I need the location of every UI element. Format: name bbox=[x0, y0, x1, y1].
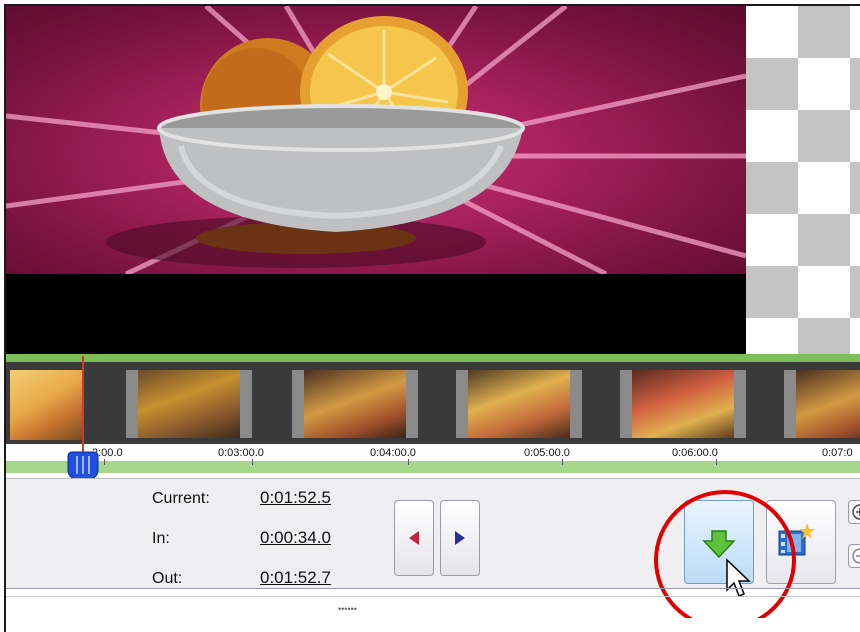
ruler-tick bbox=[716, 459, 717, 465]
editor-window: 2:00.0 0:03:00.0 0:04:00.0 0:05:00.0 0:0… bbox=[4, 4, 860, 632]
timeline-thumbnail[interactable] bbox=[620, 370, 746, 438]
zoom-out-icon bbox=[852, 548, 860, 564]
video-preview bbox=[6, 6, 860, 354]
in-label: In: bbox=[152, 530, 170, 547]
ruler-label: 0:04:00.0 bbox=[370, 447, 416, 459]
ruler-tick bbox=[408, 459, 409, 465]
timeline-track-bar[interactable] bbox=[6, 354, 860, 362]
mark-in-button[interactable] bbox=[394, 500, 434, 576]
preview-image bbox=[6, 6, 746, 274]
current-time-value[interactable]: 0:01:52.5 bbox=[260, 488, 331, 508]
timeline-filmstrip[interactable] bbox=[6, 362, 860, 444]
playhead-line bbox=[82, 356, 84, 456]
preview-frame bbox=[6, 6, 746, 274]
ruler-tick bbox=[562, 459, 563, 465]
ruler-label: 0:05:00.0 bbox=[524, 447, 570, 459]
timeline-ruler-track[interactable] bbox=[6, 461, 860, 473]
ruler-label: 0:03:00.0 bbox=[218, 447, 264, 459]
zoom-in-button[interactable] bbox=[848, 500, 860, 524]
in-time-value[interactable]: 0:00:34.0 bbox=[260, 528, 331, 548]
zoom-out-button[interactable] bbox=[848, 544, 860, 568]
letterbox-area bbox=[6, 274, 746, 354]
timeline-thumbnail[interactable] bbox=[292, 370, 418, 438]
zoom-in-icon bbox=[852, 504, 860, 520]
divider bbox=[6, 588, 860, 589]
out-label: Out: bbox=[152, 570, 183, 587]
timeline-thumbnail[interactable] bbox=[10, 370, 82, 440]
mark-out-button[interactable] bbox=[440, 500, 480, 576]
resize-grip[interactable]: •••••• bbox=[338, 604, 357, 614]
status-area bbox=[6, 618, 860, 632]
divider bbox=[6, 596, 860, 597]
transparent-background bbox=[746, 6, 860, 354]
timeline-thumbnail[interactable] bbox=[126, 370, 252, 438]
ruler-tick bbox=[252, 459, 253, 465]
mark-in-left-icon bbox=[409, 531, 419, 545]
mark-out-right-icon bbox=[455, 531, 465, 545]
out-time-value[interactable]: 0:01:52.7 bbox=[260, 568, 331, 588]
ruler-tick bbox=[104, 459, 105, 465]
timeline-thumbnail[interactable] bbox=[456, 370, 582, 438]
timeline-thumbnail[interactable] bbox=[784, 370, 860, 438]
current-label: Current: bbox=[152, 490, 210, 507]
ruler-label: 0:06:00.0 bbox=[672, 447, 718, 459]
ruler-label: 0:07:0 bbox=[822, 447, 853, 459]
